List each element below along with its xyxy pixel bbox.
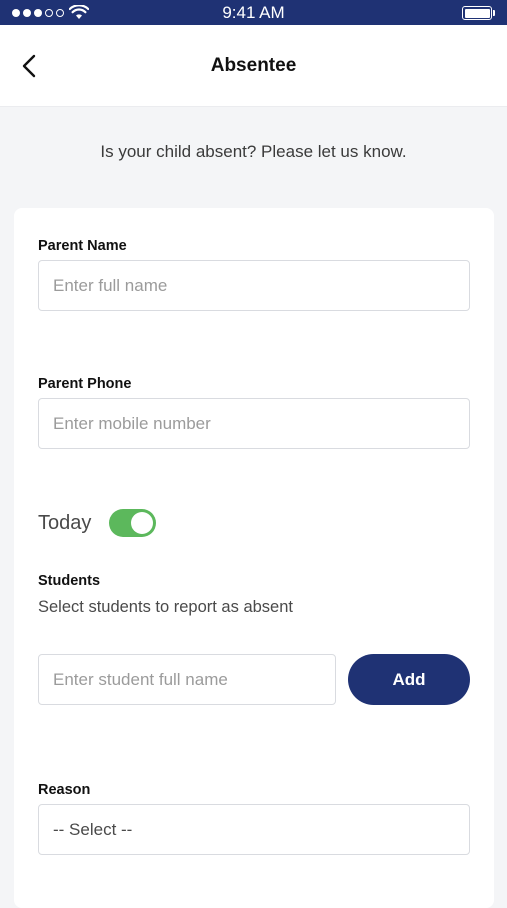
parent-name-placeholder: Enter full name xyxy=(53,275,168,295)
parent-name-input[interactable]: Enter full name xyxy=(38,260,470,311)
today-label: Today xyxy=(38,511,92,534)
student-name-placeholder: Enter student full name xyxy=(53,669,228,689)
nav-bar: Absentee xyxy=(0,25,507,107)
absentee-form-card: Parent Name Enter full name Parent Phone… xyxy=(14,208,494,908)
student-name-input[interactable]: Enter student full name xyxy=(38,654,336,705)
status-time: 9:41 AM xyxy=(222,3,285,22)
toggle-knob xyxy=(131,512,154,534)
page-title: Absentee xyxy=(210,55,297,76)
students-label: Students xyxy=(38,573,101,589)
parent-phone-label: Parent Phone xyxy=(38,376,132,392)
parent-phone-input[interactable]: Enter mobile number xyxy=(38,398,470,449)
page-subtitle: Is your child absent? Please let us know… xyxy=(100,142,407,161)
parent-name-label: Parent Name xyxy=(38,238,127,254)
battery-level xyxy=(464,8,490,18)
add-student-button[interactable]: Add xyxy=(348,654,470,705)
parent-phone-placeholder: Enter mobile number xyxy=(53,413,211,433)
reason-selected-value: -- Select -- xyxy=(53,819,133,839)
today-row: Today xyxy=(38,508,157,538)
reason-label: Reason xyxy=(38,782,91,798)
today-toggle[interactable] xyxy=(109,509,157,537)
reason-select[interactable]: -- Select -- xyxy=(38,804,470,855)
status-bar: 9:41 AM xyxy=(0,0,507,25)
battery-icon xyxy=(462,6,495,20)
students-helper-text: Select students to report as absent xyxy=(38,598,293,616)
